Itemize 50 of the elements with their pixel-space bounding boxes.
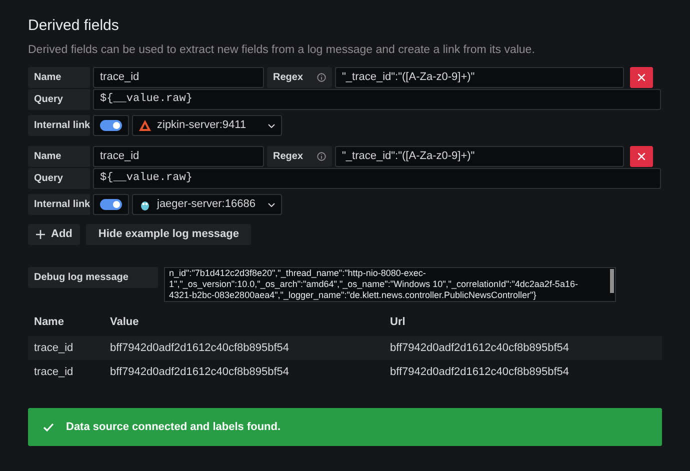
column-header: Name: [34, 316, 64, 328]
regex-field[interactable]: "_trace_id":"([A-Za-z0-9]+)": [335, 146, 624, 167]
plus-icon: [36, 230, 45, 239]
column-header: Value: [110, 316, 139, 328]
regex-label: Regex: [273, 150, 304, 164]
query-field[interactable]: ${__value.raw}: [93, 168, 661, 189]
name-field[interactable]: trace_id: [93, 67, 264, 88]
internal-link-toggle[interactable]: [100, 199, 122, 210]
caret-icon: [268, 124, 275, 128]
close-icon: [638, 153, 645, 160]
column-header: Url: [390, 316, 406, 328]
table-cell: bff7942d0adf2d1612c40cf8b895bf54: [390, 366, 570, 378]
field-label: Query: [28, 89, 90, 110]
section-title: Derived fields: [28, 16, 119, 36]
table-cell: trace_id: [34, 366, 74, 378]
gopher-logo-icon: [139, 198, 151, 210]
regex-field[interactable]: "_trace_id":"([A-Za-z0-9]+)": [335, 67, 624, 88]
alert-message: Data source connected and labels found.: [66, 420, 281, 435]
internal-link-toggle[interactable]: [100, 120, 122, 131]
regex-label: Regex: [273, 71, 304, 85]
info-icon: [317, 73, 326, 82]
field-label: Name: [28, 146, 90, 167]
name-field[interactable]: trace_id: [93, 146, 264, 167]
table-cell: bff7942d0adf2d1612c40cf8b895bf54: [110, 342, 290, 354]
log-text-line: n_id":"7b1d412c2d3f8e20","_thread_name":"http-nio-8080-exec-: [169, 268, 426, 279]
hide-log-button[interactable]: Hide example log message: [86, 224, 252, 245]
log-message-field[interactable]: [164, 267, 616, 302]
delete-button[interactable]: [630, 146, 653, 167]
datasource-select[interactable]: jaeger-server:16686: [132, 194, 282, 215]
info-icon: [317, 152, 326, 161]
check-icon: [43, 422, 54, 432]
table-cell: trace_id: [34, 342, 74, 354]
field-label: Internal link: [28, 194, 90, 215]
datasource-select[interactable]: zipkin-server:9411: [132, 115, 282, 136]
log-text-line: 4321-b2bc-083e2800aea4","_logger_name":"de.klett.news.controller.PublicNewsController"}: [169, 290, 536, 301]
table-cell: bff7942d0adf2d1612c40cf8b895bf54: [390, 342, 570, 354]
log-text-line: 1","_os_version":10.0,"_os_arch":"amd64","_os_name":"Windows 10","_correlationId":"4dc2aa2f-5a16-: [169, 279, 578, 290]
scrollbar[interactable]: [610, 269, 614, 293]
triangle-logo-icon: [139, 120, 151, 131]
delete-button[interactable]: [630, 67, 653, 88]
field-label: Name: [28, 67, 90, 88]
field-label: Query: [28, 168, 90, 189]
field-label: Internal link: [28, 115, 90, 136]
section-description: Derived fields can be used to extract new fields from a log message and create a link from its value.: [28, 43, 535, 58]
field-label: Debug log message: [28, 267, 158, 288]
caret-icon: [268, 202, 275, 206]
close-icon: [638, 74, 645, 81]
query-field[interactable]: ${__value.raw}: [93, 89, 661, 110]
table-cell: bff7942d0adf2d1612c40cf8b895bf54: [110, 366, 290, 378]
add-button[interactable]: Add: [28, 224, 80, 245]
